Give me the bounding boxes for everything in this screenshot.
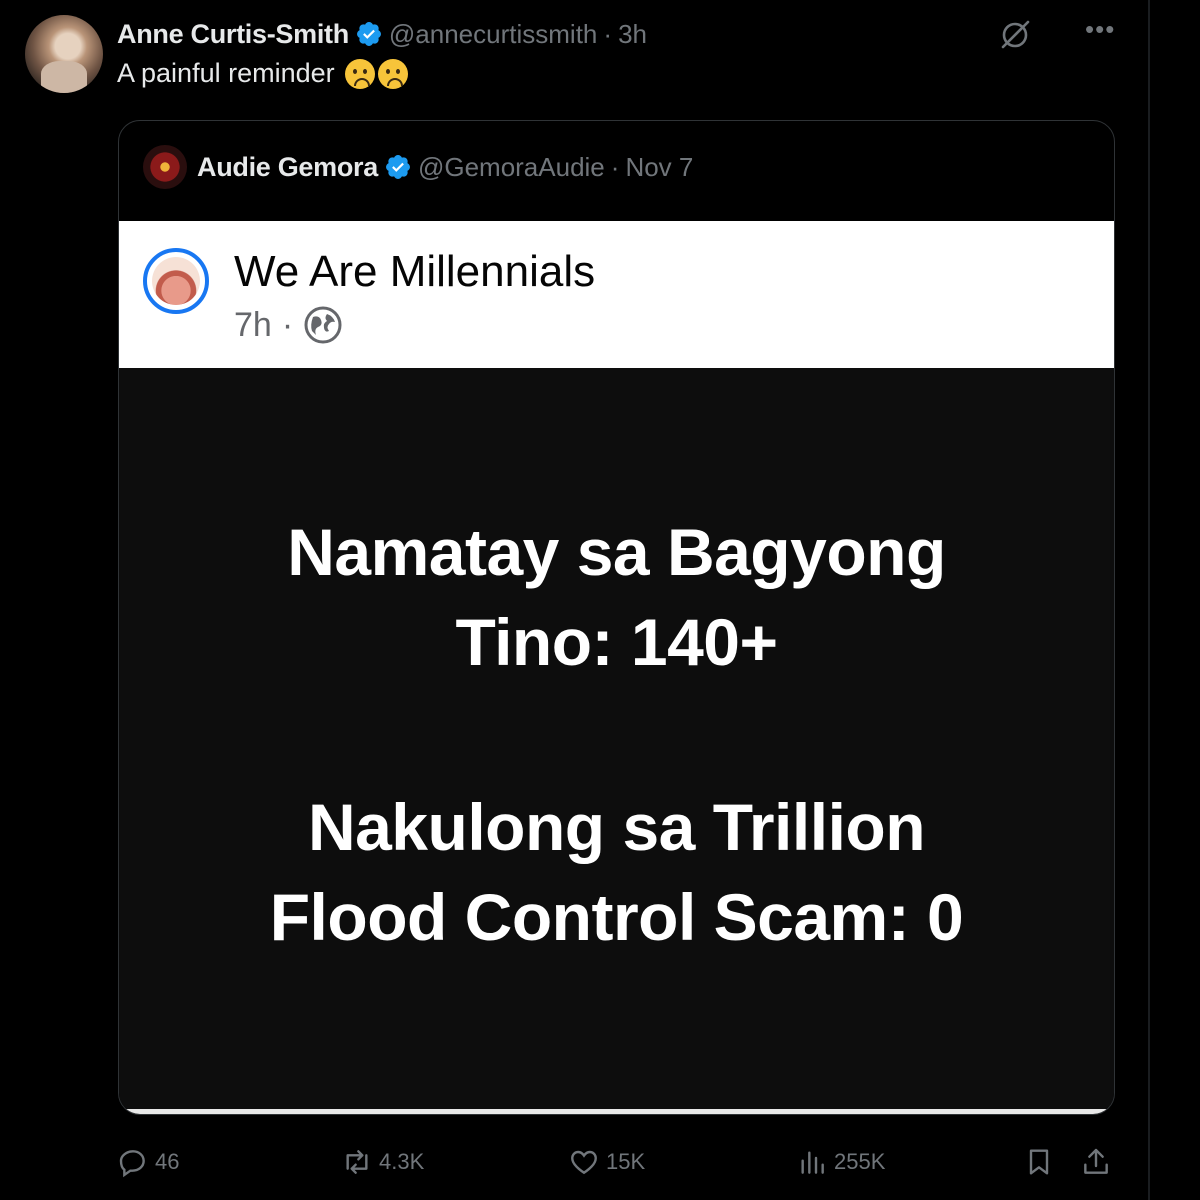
frowning-face-emoji [377, 58, 408, 89]
facebook-post-header: We Are Millennials 7h · [119, 221, 1114, 368]
quoted-image[interactable]: We Are Millennials 7h · Namatay sa Bagyo… [119, 221, 1114, 1114]
verified-badge-icon [385, 155, 410, 179]
post-body: Namatay sa Bagyong Tino: 140+ Nakulong s… [119, 368, 1114, 1114]
more-icon[interactable]: ••• [1085, 14, 1115, 45]
share-icon [1084, 1148, 1108, 1174]
quoted-tweet-header: Audie Gemora @GemoraAudie · Nov 7 [143, 145, 693, 189]
post-text-line: Nakulong sa Trillion [307, 790, 926, 864]
share-button[interactable] [1080, 1140, 1118, 1184]
tweet-text: A painful reminder [117, 58, 408, 89]
quoted-tweet-card[interactable]: Audie Gemora @GemoraAudie · Nov 7 We Are… [118, 120, 1115, 1115]
views-count: 255K [834, 1149, 886, 1174]
reply-button[interactable]: 46 [117, 1140, 179, 1184]
grok-icon[interactable] [998, 18, 1032, 52]
like-button[interactable]: 15K [568, 1140, 645, 1184]
post-text-line: Namatay sa Bagyong [287, 515, 946, 589]
post-text-block-1: Namatay sa Bagyong Tino: 140+ [119, 507, 1114, 687]
like-icon [571, 1150, 597, 1175]
repost-icon [346, 1150, 368, 1174]
views-button[interactable]: 255K [796, 1140, 885, 1184]
tweet-timestamp[interactable]: 3h [618, 19, 647, 50]
reply-icon [119, 1150, 145, 1178]
tweet-text-content: A painful reminder [117, 58, 335, 88]
bookmark-button[interactable] [1023, 1140, 1061, 1184]
separator-dot: · [610, 151, 620, 182]
like-count: 15K [606, 1149, 646, 1174]
bookmark-icon [1029, 1149, 1049, 1175]
post-time: 7h [234, 305, 272, 344]
separator-dot: · [603, 18, 613, 49]
quoted-tweet-date[interactable]: Nov 7 [625, 152, 693, 183]
author-name[interactable]: Anne Curtis-Smith [117, 19, 349, 50]
post-text-line: Tino: 140+ [455, 605, 778, 679]
quoted-author-avatar[interactable] [143, 145, 187, 189]
repost-button[interactable]: 4.3K [341, 1140, 424, 1184]
frowning-face-emoji [344, 58, 375, 89]
tweet-header: Anne Curtis-Smith @annecurtissmith · 3h [117, 16, 647, 52]
page-avatar [143, 248, 209, 314]
quoted-author-name[interactable]: Audie Gemora [197, 152, 378, 183]
reply-count: 46 [155, 1149, 180, 1174]
page-name: We Are Millennials [234, 247, 596, 296]
author-handle[interactable]: @annecurtissmith [389, 19, 597, 50]
repost-count: 4.3K [379, 1149, 425, 1174]
post-text-block-2: Nakulong sa Trillion Flood Control Scam:… [119, 782, 1114, 962]
column-divider [1148, 0, 1150, 1200]
tweet-action-bar: 46 4.3K 15K 255K [0, 1140, 1148, 1184]
globe-icon [304, 306, 342, 344]
separator-dot: · [281, 305, 294, 344]
post-text-line: Flood Control Scam: 0 [269, 880, 964, 954]
quoted-author-handle[interactable]: @GemoraAudie [418, 152, 605, 183]
views-icon [801, 1151, 824, 1174]
author-avatar[interactable] [25, 15, 103, 93]
verified-badge-icon [356, 22, 381, 46]
post-meta: 7h · [234, 305, 343, 345]
image-bottom-edge [119, 1109, 1114, 1114]
